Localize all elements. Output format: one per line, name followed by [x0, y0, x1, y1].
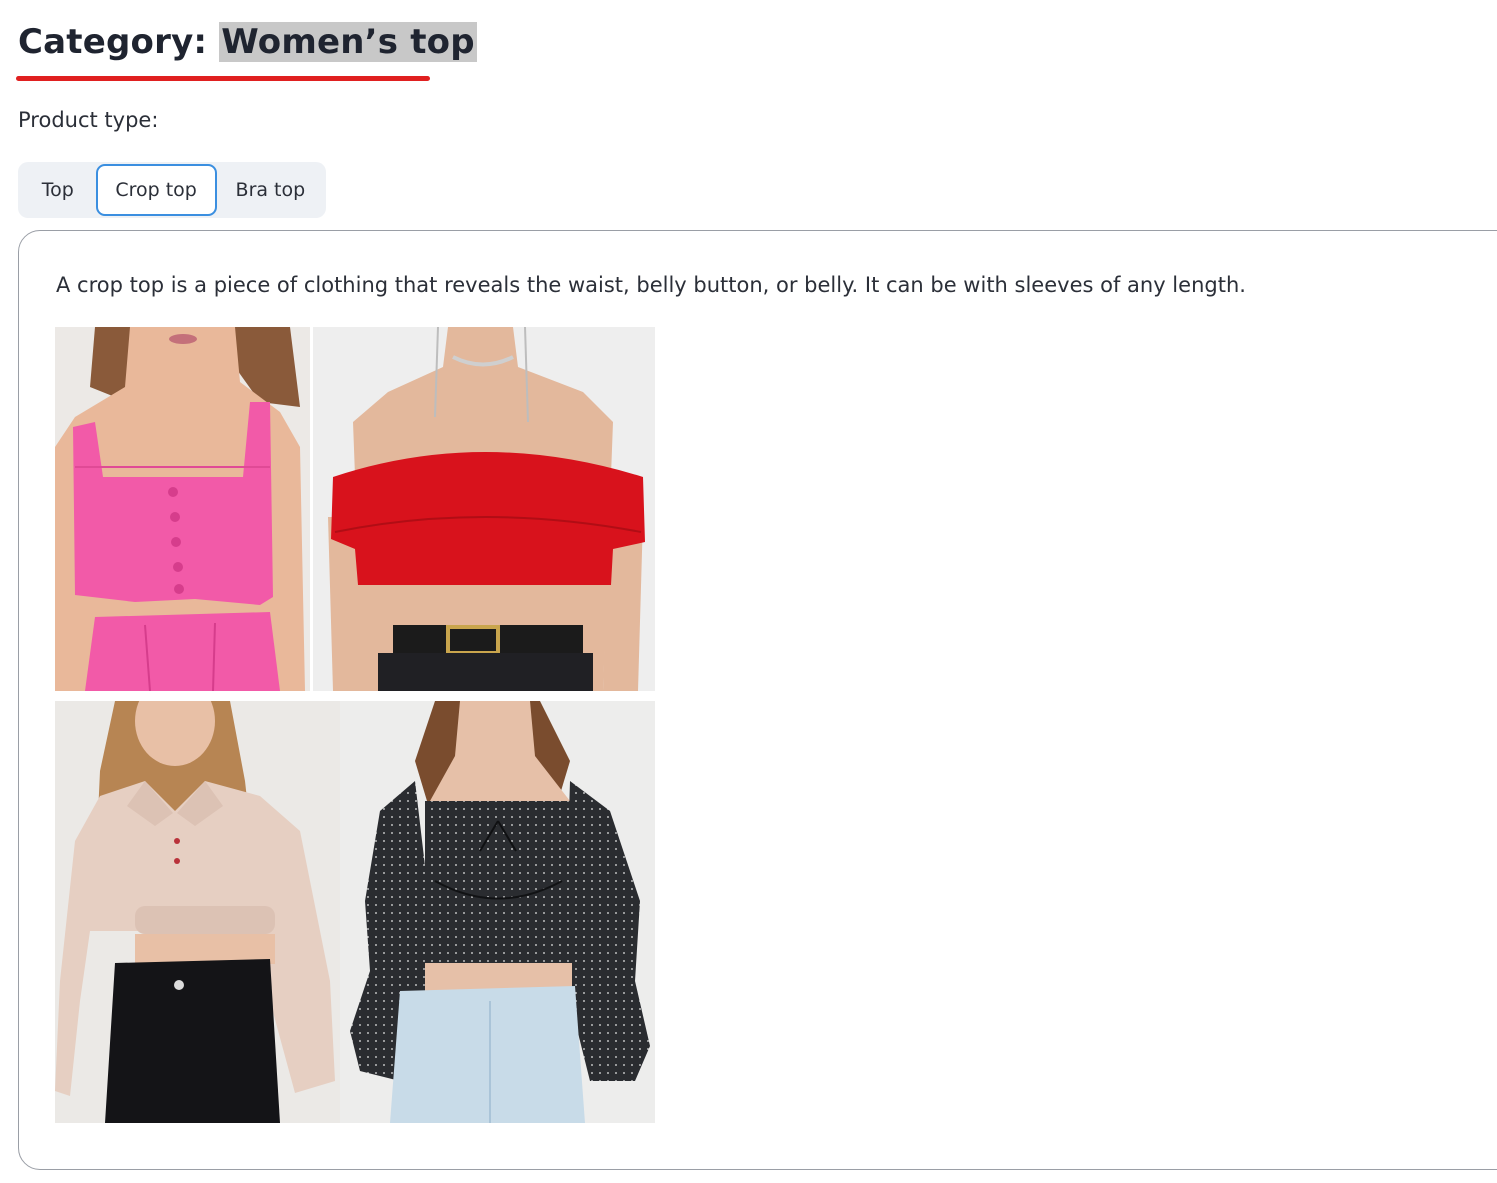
beige-polo-crop-sweatshirt-photo: [55, 701, 340, 1123]
red-off-shoulder-crop-top-photo: [313, 327, 655, 691]
crop-top-description: A crop top is a piece of clothing that r…: [56, 273, 1246, 297]
product-type-tabs: Top Crop top Bra top: [18, 162, 326, 218]
pink-square-neck-crop-top-photo: [55, 327, 313, 691]
title-prefix: Category:: [18, 22, 220, 62]
category-title-wrap: Category: Women’s top: [18, 18, 477, 66]
tab-bra-top[interactable]: Bra top: [217, 164, 324, 216]
title-underline: [16, 76, 430, 81]
black-polka-dot-puff-sleeve-crop-top-photo: [340, 701, 655, 1123]
product-type-label: Product type:: [18, 108, 159, 132]
page-title: Category: Women’s top: [18, 18, 477, 66]
tab-crop-top[interactable]: Crop top: [95, 164, 217, 216]
title-category-highlight: Women’s top: [219, 22, 477, 62]
tab-top[interactable]: Top: [20, 164, 96, 216]
